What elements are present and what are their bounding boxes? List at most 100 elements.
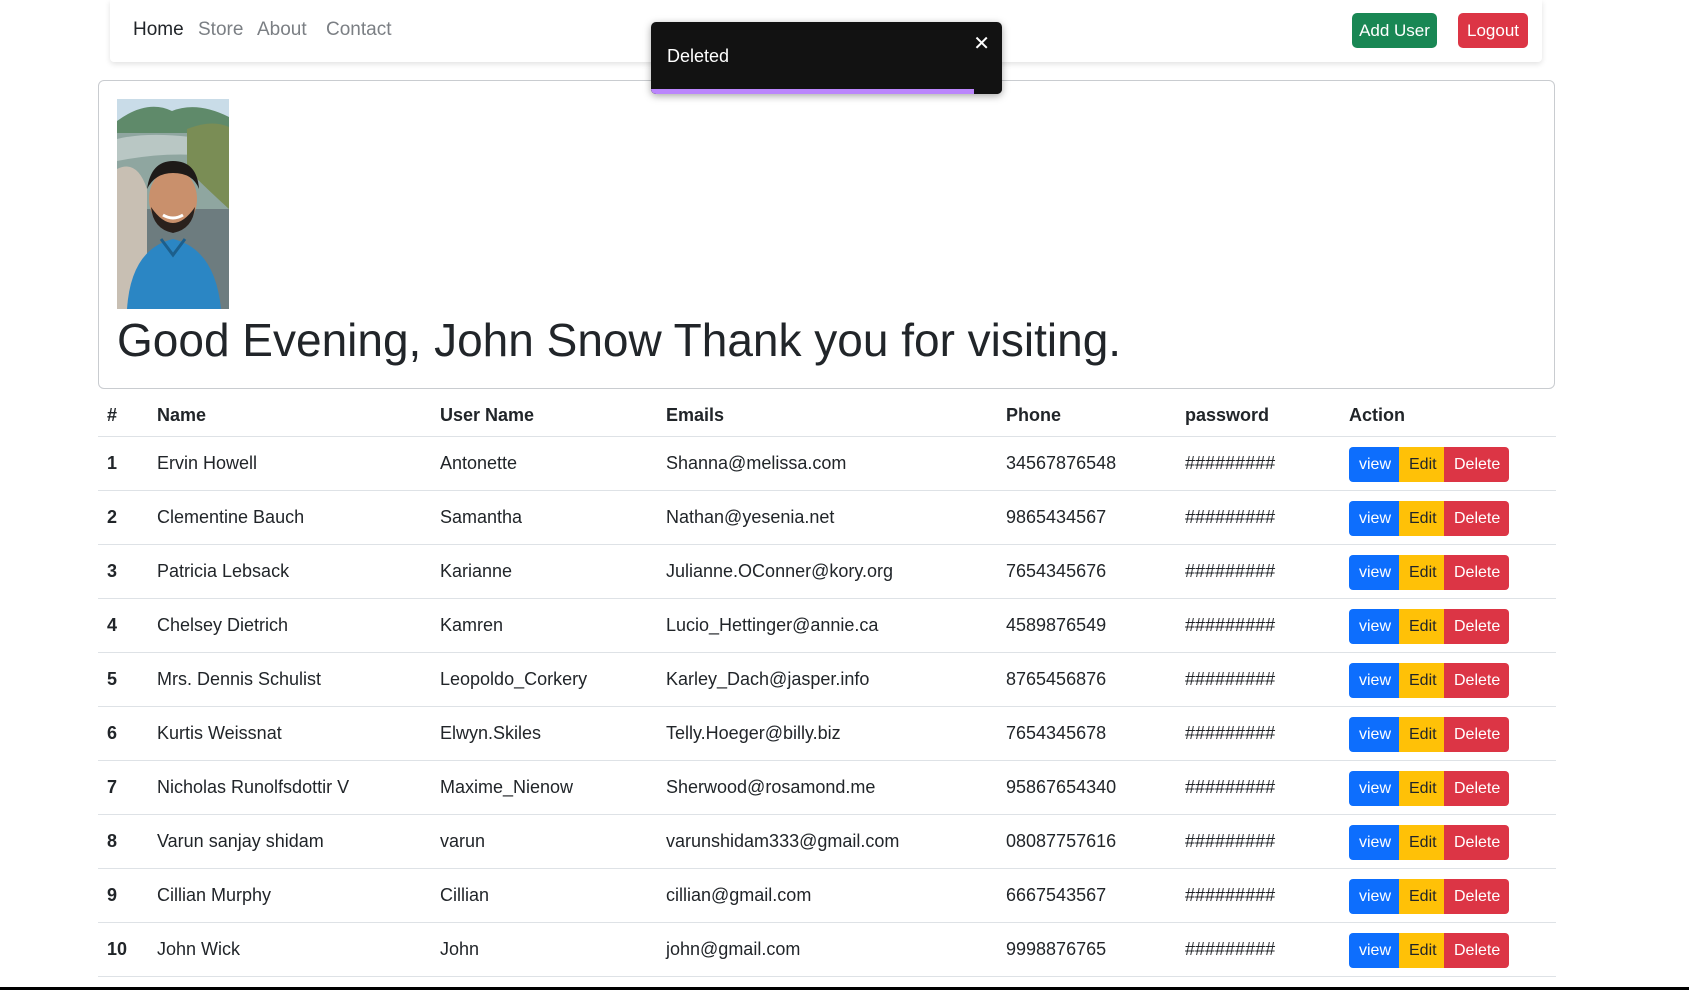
toast-progress-bar <box>651 89 974 94</box>
edit-button[interactable]: Edit <box>1399 663 1444 698</box>
edit-button[interactable]: Edit <box>1399 555 1444 590</box>
cell-number: 4 <box>98 598 148 653</box>
delete-button[interactable]: Delete <box>1444 663 1509 698</box>
table-row: 4 Chelsey Dietrich Kamren Lucio_Hettinger@a… <box>98 598 1556 653</box>
close-icon[interactable]: ✕ <box>973 34 990 54</box>
table-row: 2 Clementine Bauch Samantha Nathan@yesenia.… <box>98 490 1556 545</box>
cell-name: John Wick <box>148 922 431 977</box>
cell-email: Nathan@yesenia.net <box>657 490 997 545</box>
delete-button[interactable]: Delete <box>1444 933 1509 968</box>
col-header-password: password <box>1176 394 1340 437</box>
col-header-action: Action <box>1340 394 1556 437</box>
action-button-group: view Edit Delete <box>1349 877 1547 914</box>
cell-password: ######### <box>1176 544 1340 599</box>
table-row: 1 Ervin Howell Antonette Shanna@melissa.com… <box>98 436 1556 491</box>
cell-phone: 9865434567 <box>997 490 1176 545</box>
cell-password: ######### <box>1176 760 1340 815</box>
cell-action: view Edit Delete <box>1340 598 1556 653</box>
edit-button[interactable]: Edit <box>1399 609 1444 644</box>
cell-username: Kamren <box>431 598 657 653</box>
cell-name: Mrs. Dennis Schulist <box>148 652 431 707</box>
edit-button[interactable]: Edit <box>1399 825 1444 860</box>
table-row: 7 Nicholas Runolfsdottir V Maxime_Nienow Sh… <box>98 760 1556 815</box>
col-header-number: # <box>98 394 148 437</box>
edit-button[interactable]: Edit <box>1399 717 1444 752</box>
edit-button[interactable]: Edit <box>1399 501 1444 536</box>
users-table: # Name User Name Emails Phone password A… <box>98 394 1556 977</box>
cell-action: view Edit Delete <box>1340 868 1556 923</box>
cell-username: varun <box>431 814 657 869</box>
delete-button[interactable]: Delete <box>1444 555 1509 590</box>
edit-button[interactable]: Edit <box>1399 879 1444 914</box>
view-button[interactable]: view <box>1349 555 1399 590</box>
delete-button[interactable]: Delete <box>1444 879 1509 914</box>
delete-button[interactable]: Delete <box>1444 771 1509 806</box>
cell-phone: 8765456876 <box>997 652 1176 707</box>
cell-number: 10 <box>98 922 148 977</box>
cell-name: Nicholas Runolfsdottir V <box>148 760 431 815</box>
table-row: 10 John Wick John john@gmail.com 9998876765 #… <box>98 922 1556 977</box>
cell-action: view Edit Delete <box>1340 490 1556 545</box>
cell-number: 1 <box>98 436 148 491</box>
cell-password: ######### <box>1176 598 1340 653</box>
cell-name: Clementine Bauch <box>148 490 431 545</box>
cell-email: Lucio_Hettinger@annie.ca <box>657 598 997 653</box>
cell-username: John <box>431 922 657 977</box>
action-button-group: view Edit Delete <box>1349 661 1547 698</box>
view-button[interactable]: view <box>1349 825 1399 860</box>
action-button-group: view Edit Delete <box>1349 499 1547 536</box>
profile-photo <box>117 99 229 309</box>
delete-button[interactable]: Delete <box>1444 609 1509 644</box>
cell-phone: 9998876765 <box>997 922 1176 977</box>
welcome-card: Good Evening, John Snow Thank you for vi… <box>98 80 1555 389</box>
cell-number: 9 <box>98 868 148 923</box>
logout-button[interactable]: Logout <box>1458 13 1528 48</box>
delete-button[interactable]: Delete <box>1444 501 1509 536</box>
action-button-group: view Edit Delete <box>1349 607 1547 644</box>
edit-button[interactable]: Edit <box>1399 933 1444 968</box>
edit-button[interactable]: Edit <box>1399 771 1444 806</box>
cell-email: Karley_Dach@jasper.info <box>657 652 997 707</box>
col-header-phone: Phone <box>997 394 1176 437</box>
view-button[interactable]: view <box>1349 447 1399 482</box>
view-button[interactable]: view <box>1349 933 1399 968</box>
delete-button[interactable]: Delete <box>1444 717 1509 752</box>
view-button[interactable]: view <box>1349 609 1399 644</box>
cell-password: ######### <box>1176 706 1340 761</box>
delete-button[interactable]: Delete <box>1444 825 1509 860</box>
action-button-group: view Edit Delete <box>1349 769 1547 806</box>
cell-number: 5 <box>98 652 148 707</box>
cell-phone: 95867654340 <box>997 760 1176 815</box>
cell-email: Shanna@melissa.com <box>657 436 997 491</box>
view-button[interactable]: view <box>1349 771 1399 806</box>
view-button[interactable]: view <box>1349 663 1399 698</box>
table-row: 3 Patricia Lebsack Karianne Julianne.OConne… <box>98 544 1556 599</box>
cell-phone: 08087757616 <box>997 814 1176 869</box>
greeting-heading: Good Evening, John Snow Thank you for vi… <box>117 314 1122 366</box>
cell-phone: 4589876549 <box>997 598 1176 653</box>
delete-button[interactable]: Delete <box>1444 447 1509 482</box>
view-button[interactable]: view <box>1349 717 1399 752</box>
edit-button[interactable]: Edit <box>1399 447 1444 482</box>
cell-action: view Edit Delete <box>1340 706 1556 761</box>
table-row: 5 Mrs. Dennis Schulist Leopoldo_Corkery Kar… <box>98 652 1556 707</box>
table-body: 1 Ervin Howell Antonette Shanna@melissa.com… <box>98 436 1556 977</box>
cell-number: 3 <box>98 544 148 599</box>
view-button[interactable]: view <box>1349 879 1399 914</box>
cell-password: ######### <box>1176 490 1340 545</box>
cell-number: 2 <box>98 490 148 545</box>
toast-message: Deleted <box>667 46 730 66</box>
add-user-button[interactable]: Add User <box>1352 13 1437 48</box>
cell-username: Cillian <box>431 868 657 923</box>
nav-contact-link[interactable]: Contact <box>326 19 391 41</box>
cell-action: view Edit Delete <box>1340 760 1556 815</box>
action-button-group: view Edit Delete <box>1349 715 1547 752</box>
cell-number: 8 <box>98 814 148 869</box>
nav-home-link[interactable]: Home <box>133 19 184 41</box>
cell-name: Kurtis Weissnat <box>148 706 431 761</box>
cell-password: ######### <box>1176 436 1340 491</box>
view-button[interactable]: view <box>1349 501 1399 536</box>
nav-about-link[interactable]: About <box>257 19 307 41</box>
nav-store-link[interactable]: Store <box>198 19 243 41</box>
action-button-group: view Edit Delete <box>1349 445 1547 482</box>
